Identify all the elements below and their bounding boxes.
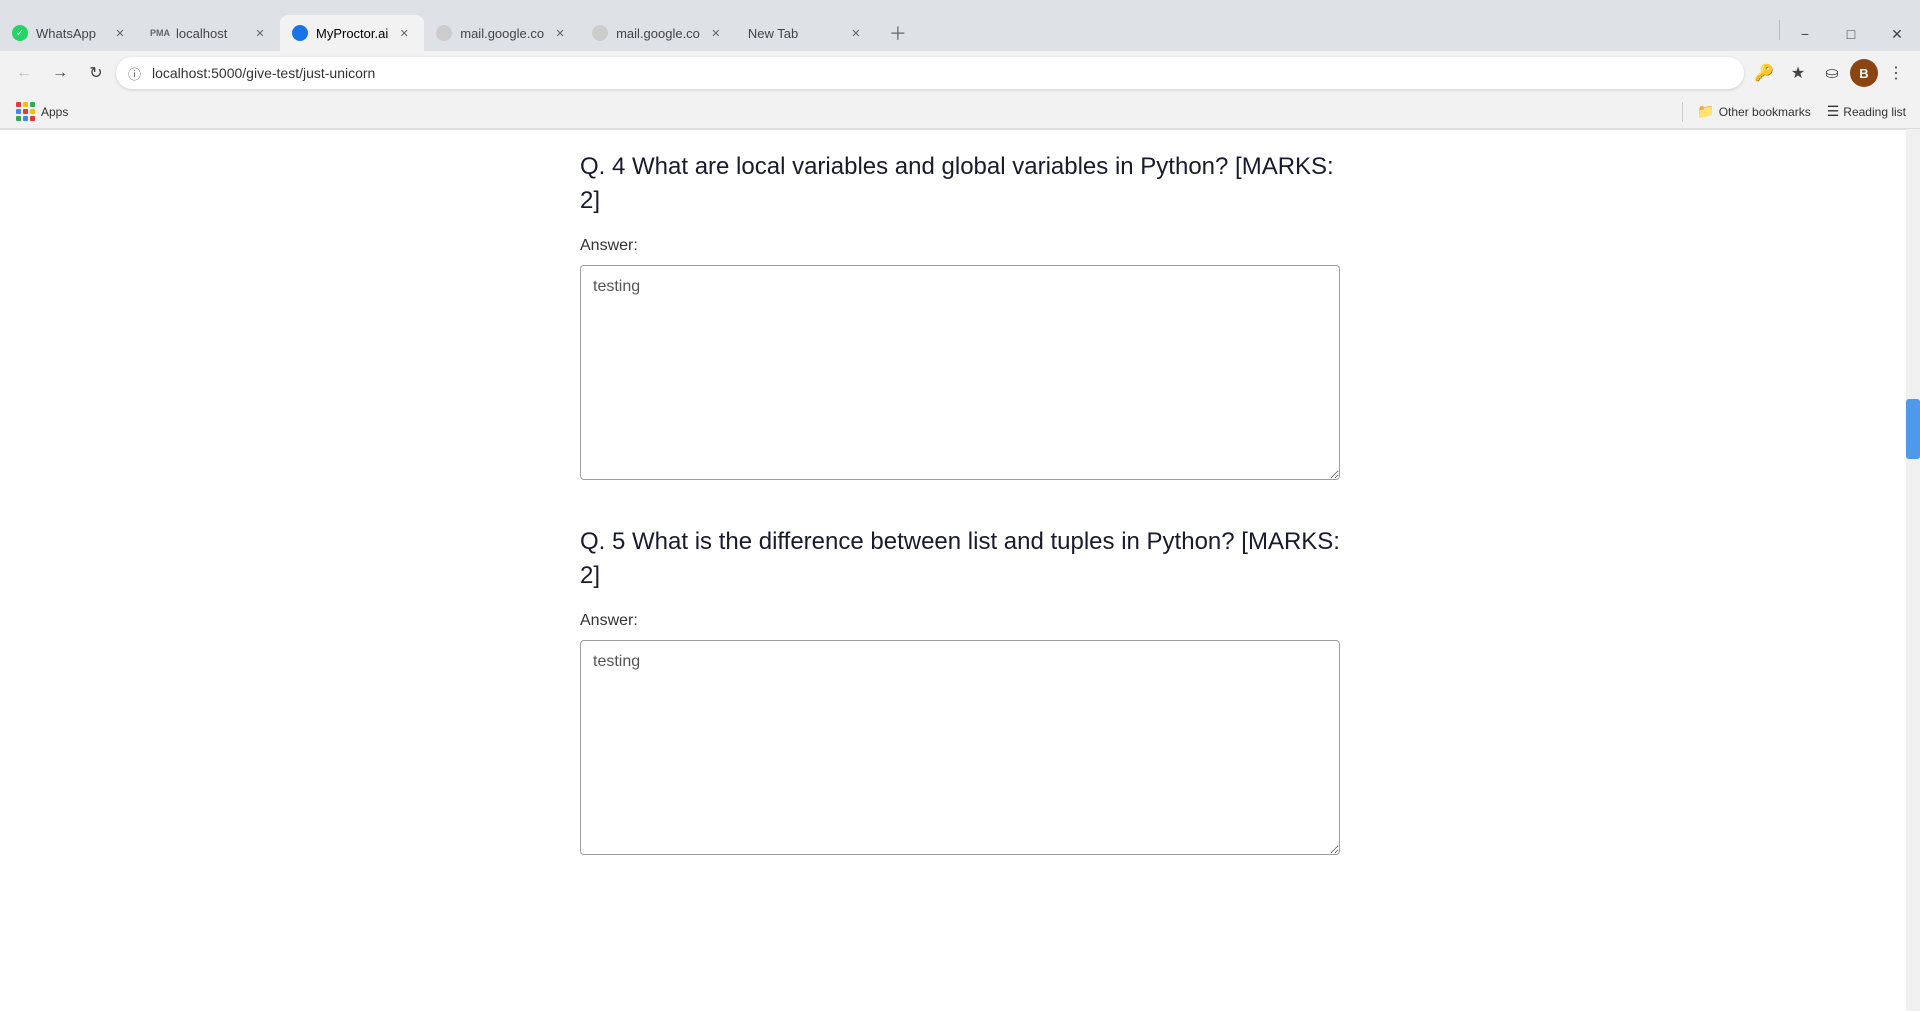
question-4-text: Q. 4 What are local variables and global… <box>580 150 1340 217</box>
bookmark-star-icon[interactable]: ★ <box>1782 57 1814 89</box>
other-bookmarks-label: Other bookmarks <box>1719 105 1811 119</box>
address-bar-wrapper: ⓘ <box>116 57 1744 89</box>
folder-icon: 📁 <box>1697 103 1714 120</box>
forward-button[interactable]: → <box>44 57 76 89</box>
maximize-button[interactable]: □ <box>1828 16 1874 52</box>
question-5-text: Q. 5 What is the difference between list… <box>580 525 1340 592</box>
reading-list-icon: ☰ <box>1827 103 1840 120</box>
profile-avatar[interactable]: B <box>1850 59 1878 87</box>
tab-myproctor[interactable]: MyProctor.ai ✕ <box>280 15 424 51</box>
tab-mail1-close[interactable]: ✕ <box>552 25 568 41</box>
key-icon[interactable]: 🔑 <box>1748 57 1780 89</box>
browser-scrollbar-thumb[interactable] <box>1906 399 1920 459</box>
apps-grid-icon <box>16 102 35 121</box>
menu-icon[interactable]: ⋮ <box>1880 57 1912 89</box>
reading-list-label: Reading list <box>1843 105 1906 119</box>
tab-mail2[interactable]: mail.google.co ✕ <box>580 15 736 51</box>
tab-newtab-label: New Tab <box>748 26 840 41</box>
answer-5-label: Answer: <box>580 612 1340 630</box>
question-5-block: Q. 5 What is the difference between list… <box>580 525 1340 860</box>
myproctor-favicon <box>292 25 308 41</box>
tab-localhost-close[interactable]: ✕ <box>252 25 268 41</box>
content-wrapper: Q. 4 What are local variables and global… <box>440 150 1480 860</box>
answer-4-textarea[interactable]: testing <box>580 265 1340 480</box>
window-controls: − □ ✕ <box>1782 8 1920 52</box>
tab-mail1[interactable]: mail.google.co ✕ <box>424 15 580 51</box>
lock-icon: ⓘ <box>128 64 141 83</box>
tab-whatsapp[interactable]: ✓ WhatsApp ✕ <box>0 15 140 51</box>
tab-bar-content: ✓ WhatsApp ✕ PMA localhost ✕ MyProctor.a… <box>0 15 1777 51</box>
tab-newtab-close[interactable]: ✕ <box>848 25 864 41</box>
tab-separator <box>1779 20 1780 40</box>
apps-label: Apps <box>41 105 68 119</box>
tab-mail2-label: mail.google.co <box>616 26 700 41</box>
other-bookmarks[interactable]: 📁 Other bookmarks <box>1691 101 1816 122</box>
tab-myproctor-close[interactable]: ✕ <box>396 25 412 41</box>
address-bar-row: ← → ↻ ⓘ 🔑 ★ ⛀ B ⋮ <box>0 51 1920 95</box>
tab-whatsapp-close[interactable]: ✕ <box>112 25 128 41</box>
apps-bookmark[interactable]: Apps <box>8 100 76 123</box>
toolbar-icons: 🔑 ★ ⛀ B ⋮ <box>1748 57 1912 89</box>
minimize-button[interactable]: − <box>1782 16 1828 52</box>
tab-newtab[interactable]: New Tab ✕ <box>736 15 876 51</box>
browser-chrome: ✓ WhatsApp ✕ PMA localhost ✕ MyProctor.a… <box>0 0 1920 130</box>
tab-mail2-close[interactable]: ✕ <box>708 25 724 41</box>
reload-button[interactable]: ↻ <box>80 57 112 89</box>
extensions-icon[interactable]: ⛀ <box>1816 57 1848 89</box>
reading-list[interactable]: ☰ Reading list <box>1821 101 1912 122</box>
tab-whatsapp-label: WhatsApp <box>36 26 104 41</box>
bookmarks-separator <box>1682 102 1683 122</box>
tab-localhost[interactable]: PMA localhost ✕ <box>140 15 280 51</box>
add-tab-button[interactable]: ＋ <box>880 15 916 51</box>
bookmarks-bar: Apps 📁 Other bookmarks ☰ Reading list <box>0 95 1920 129</box>
tab-mail1-label: mail.google.co <box>460 26 544 41</box>
page-content[interactable]: Q. 4 What are local variables and global… <box>0 130 1920 1012</box>
answer-4-label: Answer: <box>580 237 1340 255</box>
question-4-block: Q. 4 What are local variables and global… <box>580 150 1340 485</box>
tab-myproctor-label: MyProctor.ai <box>316 26 388 41</box>
whatsapp-favicon: ✓ <box>12 25 28 41</box>
close-button[interactable]: ✕ <box>1874 16 1920 52</box>
mail2-favicon <box>592 25 608 41</box>
tab-bar: ✓ WhatsApp ✕ PMA localhost ✕ MyProctor.a… <box>0 0 1920 51</box>
address-input[interactable] <box>116 57 1744 89</box>
answer-5-textarea[interactable]: testing <box>580 640 1340 855</box>
tab-localhost-label: localhost <box>176 26 244 41</box>
back-button[interactable]: ← <box>8 57 40 89</box>
pma-favicon: PMA <box>152 25 168 41</box>
browser-scrollbar[interactable] <box>1906 129 1920 1011</box>
mail1-favicon <box>436 25 452 41</box>
